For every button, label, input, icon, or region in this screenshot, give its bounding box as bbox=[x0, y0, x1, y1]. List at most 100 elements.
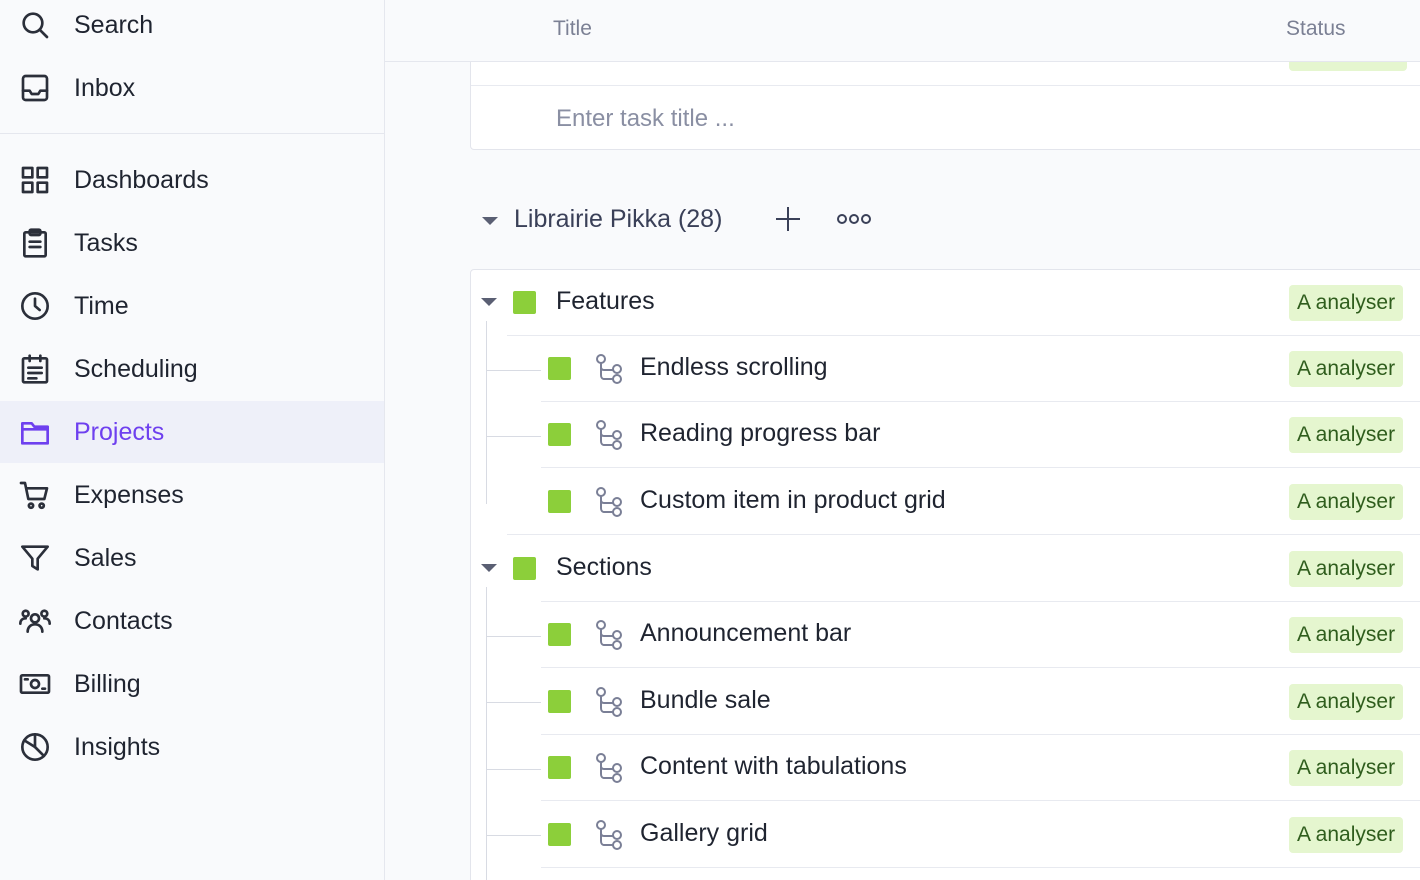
task-title[interactable]: Endless scrolling bbox=[640, 353, 828, 382]
subtask-branch-icon bbox=[594, 485, 624, 517]
subtask-branch-icon bbox=[594, 352, 624, 384]
task-color-square bbox=[548, 490, 571, 513]
subtask-branch-icon bbox=[594, 751, 624, 783]
sidebar-item-contacts[interactable]: Contacts bbox=[0, 590, 384, 652]
task-color-square bbox=[548, 357, 571, 380]
collapse-caret-icon[interactable] bbox=[481, 564, 497, 572]
row-divider bbox=[541, 467, 1420, 468]
sidebar-item-inbox[interactable]: Inbox bbox=[0, 57, 384, 119]
status-badge[interactable]: A analyser bbox=[1289, 817, 1404, 853]
sidebar-item-billing[interactable]: Billing bbox=[0, 653, 384, 715]
clock-icon bbox=[18, 290, 51, 323]
more-options-icon[interactable] bbox=[836, 207, 872, 231]
task-color-square bbox=[548, 823, 571, 846]
task-title[interactable]: Gallery grid bbox=[640, 819, 768, 848]
subtask-branch-icon bbox=[594, 418, 624, 450]
sidebar-item-insights[interactable]: Insights bbox=[0, 716, 384, 778]
sidebar-item-label: Time bbox=[74, 291, 129, 320]
sidebar-item-search[interactable]: Search bbox=[0, 0, 384, 56]
status-badge[interactable]: A analyser bbox=[1289, 417, 1404, 453]
row-divider bbox=[541, 867, 1420, 868]
sidebar-item-dashboards[interactable]: Dashboards bbox=[0, 149, 384, 211]
task-title[interactable]: Custom item in product grid bbox=[640, 486, 946, 515]
clipboard-icon bbox=[18, 227, 51, 260]
sidebar-item-scheduling[interactable]: Scheduling bbox=[0, 338, 384, 400]
task-color-square bbox=[548, 423, 571, 446]
sidebar-divider bbox=[0, 133, 384, 134]
table-row[interactable]: Endless scrolling A analyser bbox=[471, 336, 1420, 402]
subtask-branch-icon bbox=[594, 618, 624, 650]
main-content: Title Status Librairie Pikka (28) Featur… bbox=[385, 0, 1420, 880]
sidebar-item-label: Billing bbox=[74, 669, 141, 698]
task-color-square bbox=[513, 557, 536, 580]
sidebar: Search Inbox Dashboards Tasks Time Sched… bbox=[0, 0, 385, 880]
subtask-branch-icon bbox=[594, 685, 624, 717]
row-divider bbox=[541, 667, 1420, 668]
row-divider bbox=[471, 85, 1420, 86]
sidebar-item-label: Inbox bbox=[74, 73, 136, 102]
new-task-input[interactable] bbox=[556, 101, 1056, 137]
sidebar-item-label: Insights bbox=[74, 732, 161, 761]
inbox-icon bbox=[18, 72, 51, 105]
cart-icon bbox=[18, 479, 51, 512]
status-badge[interactable]: A analyser bbox=[1289, 351, 1404, 387]
calendar-icon bbox=[18, 353, 51, 386]
plus-icon[interactable] bbox=[773, 204, 803, 234]
sidebar-item-label: Search bbox=[74, 10, 154, 39]
table-header: Title Status bbox=[385, 0, 1420, 62]
task-title[interactable]: Reading progress bar bbox=[640, 419, 880, 448]
sidebar-item-label: Scheduling bbox=[74, 354, 198, 383]
sidebar-item-expenses[interactable]: Expenses bbox=[0, 464, 384, 526]
task-color-square bbox=[513, 291, 536, 314]
column-header-title[interactable]: Title bbox=[553, 17, 592, 41]
row-divider bbox=[541, 800, 1420, 801]
status-badge[interactable]: A analyser bbox=[1289, 684, 1404, 720]
sidebar-item-tasks[interactable]: Tasks bbox=[0, 212, 384, 274]
table-row[interactable]: Reading progress bar A analyser bbox=[471, 402, 1420, 468]
banknote-icon bbox=[18, 668, 51, 701]
pie-chart-icon bbox=[18, 731, 51, 764]
collapse-group-caret-icon[interactable] bbox=[482, 217, 498, 225]
subtask-branch-icon bbox=[594, 818, 624, 850]
table-row[interactable]: Features A analyser bbox=[471, 270, 1420, 336]
task-color-square bbox=[548, 623, 571, 646]
collapse-caret-icon[interactable] bbox=[481, 298, 497, 306]
search-icon bbox=[18, 9, 51, 42]
task-list-card: Features A analyser Endless scrolling A … bbox=[470, 269, 1420, 880]
row-divider bbox=[507, 534, 1420, 535]
table-row[interactable]: Gallery grid A analyser bbox=[471, 802, 1420, 868]
sidebar-item-label: Expenses bbox=[74, 480, 184, 509]
table-row[interactable]: Announcement bar A analyser bbox=[471, 602, 1420, 668]
table-row[interactable]: Content with tabulations A analyser bbox=[471, 735, 1420, 801]
group-header: Librairie Pikka (28) bbox=[470, 195, 970, 245]
task-color-square bbox=[548, 690, 571, 713]
status-badge[interactable]: A analyser bbox=[1289, 484, 1404, 520]
status-badge[interactable]: A analyser bbox=[1289, 285, 1404, 321]
table-row[interactable]: Sections A analyser bbox=[471, 536, 1420, 602]
sidebar-item-sales[interactable]: Sales bbox=[0, 527, 384, 589]
users-icon bbox=[18, 605, 51, 638]
task-title[interactable]: Sections bbox=[556, 553, 652, 582]
status-badge[interactable]: A analyser bbox=[1289, 551, 1404, 587]
grid-icon bbox=[18, 164, 51, 197]
task-title[interactable]: Announcement bar bbox=[640, 619, 851, 648]
table-row[interactable]: Custom item in product grid A analyser bbox=[471, 469, 1420, 535]
sidebar-item-projects[interactable]: Projects bbox=[0, 401, 384, 463]
task-title[interactable]: Content with tabulations bbox=[640, 752, 907, 781]
status-badge[interactable]: A analyser bbox=[1289, 750, 1404, 786]
task-color-square bbox=[548, 756, 571, 779]
column-header-status[interactable]: Status bbox=[1286, 17, 1346, 41]
sidebar-item-label: Tasks bbox=[74, 228, 138, 257]
status-badge[interactable]: A analyser bbox=[1289, 617, 1404, 653]
sidebar-item-label: Dashboards bbox=[74, 165, 209, 194]
sidebar-item-label: Sales bbox=[74, 543, 137, 572]
table-row[interactable]: Bundle sale A analyser bbox=[471, 669, 1420, 735]
sidebar-item-time[interactable]: Time bbox=[0, 275, 384, 337]
sidebar-item-label: Contacts bbox=[74, 606, 173, 635]
sidebar-item-label: Projects bbox=[74, 417, 165, 446]
task-title[interactable]: Bundle sale bbox=[640, 686, 771, 715]
group-title[interactable]: Librairie Pikka (28) bbox=[514, 205, 722, 234]
funnel-icon bbox=[18, 542, 51, 575]
folder-icon bbox=[18, 416, 51, 449]
task-title[interactable]: Features bbox=[556, 287, 655, 316]
